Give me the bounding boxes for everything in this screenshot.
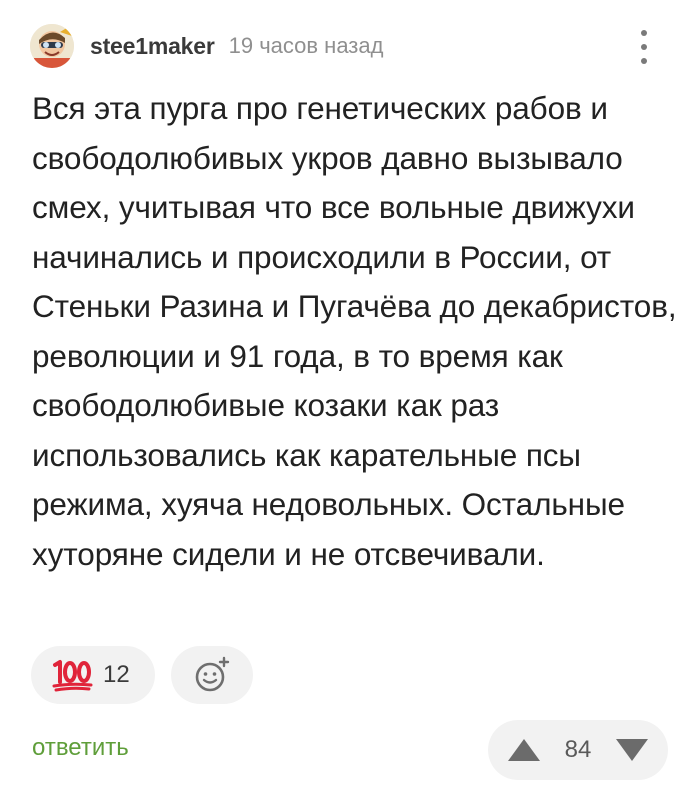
reply-link[interactable]: ответить <box>32 734 129 762</box>
reaction-count: 12 <box>103 661 130 688</box>
comment-footer: ответить 84 <box>0 720 700 780</box>
avatar[interactable] <box>30 24 74 68</box>
more-options-button[interactable] <box>628 26 660 68</box>
triangle-down-icon <box>615 739 648 761</box>
reaction-hundred-points[interactable]: 12 <box>31 646 155 704</box>
comment: stee1maker 19 часов назад Вся эта пурга … <box>0 0 700 795</box>
downvote-button[interactable] <box>614 735 650 765</box>
username[interactable]: stee1maker <box>90 33 215 60</box>
avatar-cartoon-icon <box>30 24 74 68</box>
vertical-dots-icon-dot <box>641 44 647 50</box>
hundred-points-icon <box>52 660 93 692</box>
vertical-dots-icon-dot <box>641 58 647 64</box>
vote-control: 84 <box>488 720 668 780</box>
rating-value: 84 <box>564 736 592 763</box>
timestamp: 19 часов назад <box>228 33 384 58</box>
reactions-bar: 12 <box>31 646 253 704</box>
add-emoji-icon <box>195 656 230 692</box>
comment-header: stee1maker 19 часов назад <box>30 22 383 70</box>
add-reaction-button[interactable] <box>171 646 253 704</box>
upvote-button[interactable] <box>506 735 542 765</box>
triangle-up-icon <box>508 739 540 761</box>
vertical-dots-icon <box>641 30 647 36</box>
comment-body: Вся эта пурга про генетических рабов и с… <box>32 90 677 572</box>
